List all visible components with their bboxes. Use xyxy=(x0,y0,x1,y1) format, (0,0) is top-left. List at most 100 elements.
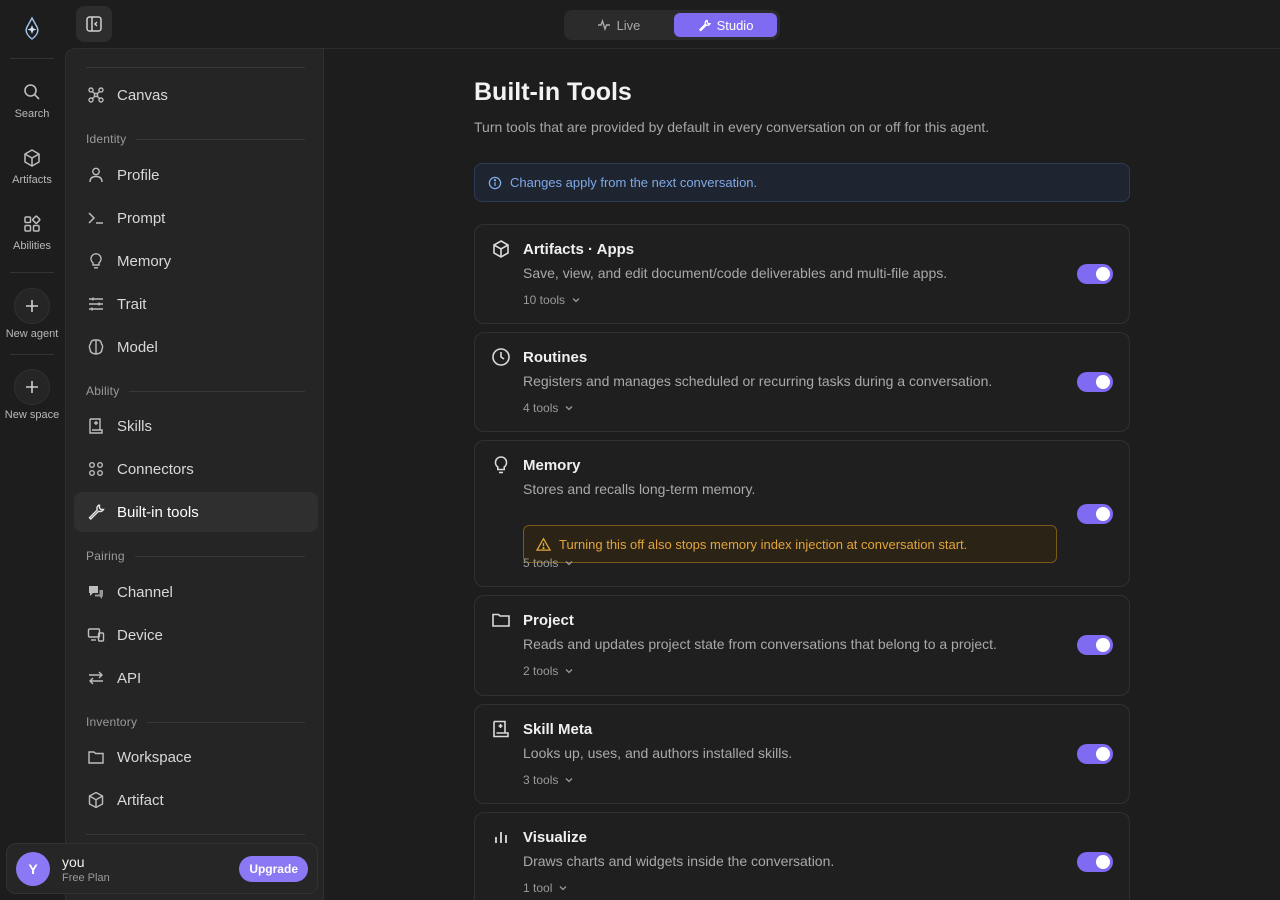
new-space-button[interactable] xyxy=(14,369,50,405)
tools-count: 2 tools xyxy=(523,664,559,678)
nav-item-label: Canvas xyxy=(117,86,168,104)
toggle-knob xyxy=(1096,507,1110,521)
nav-item-profile[interactable]: Profile xyxy=(74,155,318,195)
rail-abilities[interactable]: Abilities xyxy=(0,214,64,252)
rail-label: Search xyxy=(14,108,50,120)
toggle-knob xyxy=(1096,638,1110,652)
rail-new-space[interactable]: New space xyxy=(0,369,64,421)
main-content: Built-in Tools Turn tools that are provi… xyxy=(474,78,1130,900)
info-icon xyxy=(488,176,502,189)
section-label: Ability xyxy=(86,384,120,398)
nav-item-device[interactable]: Device xyxy=(74,615,318,655)
app-rail: Search Artifacts Abilities New agent New… xyxy=(0,0,64,900)
upgrade-button[interactable]: Upgrade xyxy=(239,855,308,882)
rail-artifacts[interactable]: Artifacts xyxy=(0,148,64,186)
sliders-icon xyxy=(89,297,103,311)
settings-nav: Canvas Identity Profile Prompt Memory Tr… xyxy=(65,48,324,900)
chevron-down-icon xyxy=(572,298,580,303)
card-title: Visualize xyxy=(523,829,587,846)
tool-card-skill-meta: Skill Meta Looks up, uses, and authors i… xyxy=(474,704,1130,804)
folder-icon xyxy=(88,751,104,764)
nav-item-label: Built-in tools xyxy=(117,503,199,521)
nav-item-skills[interactable]: Skills xyxy=(74,406,318,446)
pulse-icon xyxy=(597,18,610,32)
nav-item-channel[interactable]: Channel xyxy=(74,572,318,612)
section-label: Identity xyxy=(86,132,127,146)
rail-divider xyxy=(10,272,54,273)
nav-item-workspace[interactable]: Workspace xyxy=(74,737,318,777)
warning-icon xyxy=(536,536,551,551)
nav-item-connectors[interactable]: Connectors xyxy=(74,449,318,489)
nav-item-label: Artifact xyxy=(117,791,164,809)
logo-icon[interactable] xyxy=(19,16,45,42)
card-description: Registers and manages scheduled or recur… xyxy=(523,373,993,389)
tools-count-expander[interactable]: 10 tools xyxy=(523,293,581,307)
card-title: Memory xyxy=(523,457,581,474)
tools-count: 4 tools xyxy=(523,401,559,415)
tool-card-routines: Routines Registers and manages scheduled… xyxy=(474,332,1130,432)
tools-count-expander[interactable]: 3 tools xyxy=(523,773,574,787)
rail-divider xyxy=(10,354,54,355)
rail-search[interactable]: Search xyxy=(0,82,64,120)
card-title: Routines xyxy=(523,349,588,366)
bar-chart-icon xyxy=(495,832,507,843)
nav-divider xyxy=(86,67,305,68)
wrench-icon xyxy=(88,504,105,520)
section-pairing: Pairing xyxy=(86,549,305,563)
tool-card-project: Project Reads and updates project state … xyxy=(474,595,1130,696)
nav-item-trait[interactable]: Trait xyxy=(74,284,318,324)
tool-card-artifacts-apps: Artifacts · Apps Save, view, and edit do… xyxy=(474,224,1130,324)
tool-toggle[interactable] xyxy=(1077,744,1113,764)
search-icon xyxy=(24,84,40,100)
toggle-knob xyxy=(1096,747,1110,761)
tools-count-expander[interactable]: 5 tools xyxy=(523,556,574,570)
section-inventory: Inventory xyxy=(86,715,305,729)
page-subtitle: Turn tools that are provided by default … xyxy=(474,119,990,135)
tool-toggle[interactable] xyxy=(1077,635,1113,655)
live-mode-button[interactable]: Live xyxy=(567,13,670,37)
header-divider xyxy=(324,48,1280,49)
arrows-swap-icon xyxy=(89,671,103,685)
sidebar-toggle-icon xyxy=(86,16,102,32)
new-agent-button[interactable] xyxy=(14,288,50,324)
card-description: Save, view, and edit document/code deliv… xyxy=(523,265,948,281)
nav-item-model[interactable]: Model xyxy=(74,327,318,367)
nav-item-prompt[interactable]: Prompt xyxy=(74,198,318,238)
card-title: Project xyxy=(523,612,574,629)
canvas-icon xyxy=(88,87,104,103)
nav-item-built-in-tools[interactable]: Built-in tools xyxy=(74,492,318,532)
grid-icon xyxy=(24,215,41,232)
lightbulb-icon xyxy=(90,253,102,269)
clock-icon xyxy=(492,348,510,366)
collapse-sidebar-button[interactable] xyxy=(76,6,112,42)
tool-toggle[interactable] xyxy=(1077,372,1113,392)
tools-count-expander[interactable]: 1 tool xyxy=(523,881,568,895)
tools-count-expander[interactable]: 4 tools xyxy=(523,401,574,415)
nav-item-label: Profile xyxy=(117,166,160,184)
toggle-knob xyxy=(1096,267,1110,281)
nav-item-canvas[interactable]: Canvas xyxy=(74,75,318,115)
tools-count-expander[interactable]: 2 tools xyxy=(523,664,574,678)
chevron-down-icon xyxy=(565,406,573,411)
cube-icon xyxy=(493,240,509,258)
account-card[interactable]: Y you Free Plan Upgrade xyxy=(6,843,318,894)
tool-toggle[interactable] xyxy=(1077,264,1113,284)
chat-bubbles-icon xyxy=(89,586,103,599)
rail-new-agent[interactable]: New agent xyxy=(0,288,64,340)
info-notice-text: Changes apply from the next conversation… xyxy=(510,175,758,190)
rail-label: New space xyxy=(4,409,60,421)
wrench-icon xyxy=(698,19,711,32)
cube-icon xyxy=(88,791,104,809)
nav-item-label: Workspace xyxy=(117,748,192,766)
user-meta: you Free Plan xyxy=(62,854,239,884)
avatar[interactable]: Y xyxy=(16,851,50,886)
section-ability: Ability xyxy=(86,384,305,398)
nav-item-label: Prompt xyxy=(117,209,166,227)
nav-item-api[interactable]: API xyxy=(74,658,318,698)
nav-item-memory[interactable]: Memory xyxy=(74,241,318,281)
studio-mode-button[interactable]: Studio xyxy=(674,13,777,37)
tool-toggle[interactable] xyxy=(1077,852,1113,872)
nav-item-artifact[interactable]: Artifact xyxy=(74,780,318,820)
tool-toggle[interactable] xyxy=(1077,504,1113,524)
section-identity: Identity xyxy=(86,132,305,146)
